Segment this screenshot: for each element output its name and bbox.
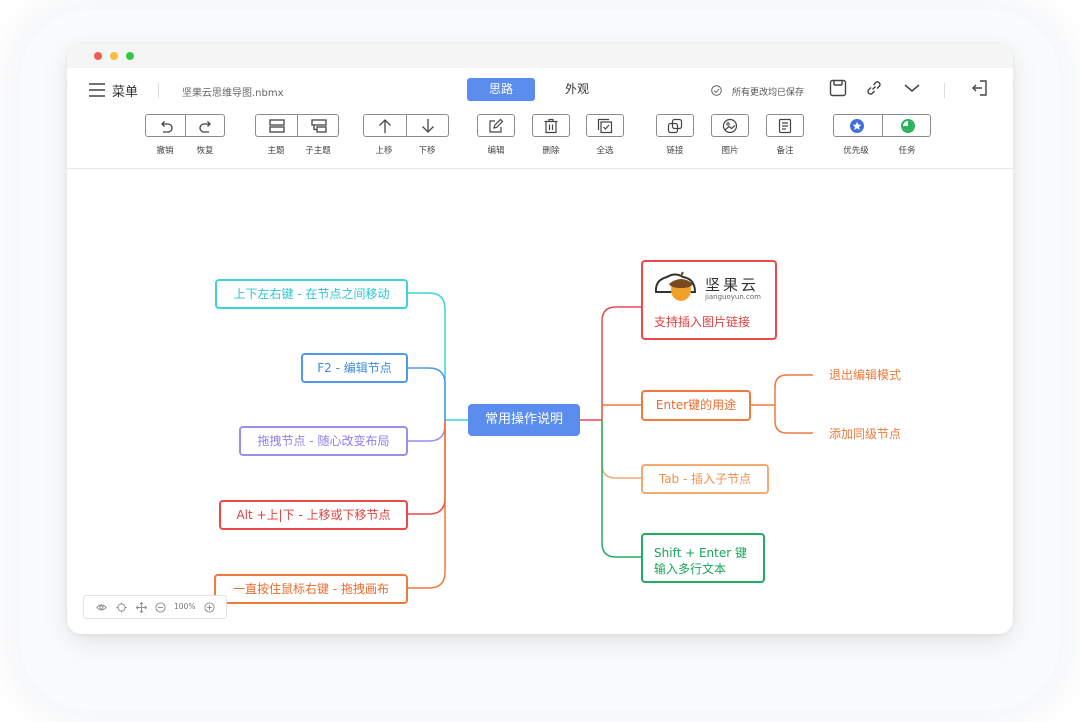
priority-icon[interactable] <box>849 118 865 134</box>
tab-appearance[interactable]: 外观 <box>543 78 611 101</box>
zoom-level: 100% <box>174 602 196 611</box>
divider <box>944 83 945 98</box>
link-icon <box>667 118 683 134</box>
image-icon <box>722 118 738 134</box>
redo-icon[interactable] <box>198 118 214 134</box>
link-label: 链接 <box>666 146 684 156</box>
brand-name: 坚果云 <box>705 276 760 294</box>
app-header: 菜单 坚果云思维导图.nbmx 思路 外观 所有更改均已保存 撤销 恢复 主题 … <box>67 68 1013 169</box>
topic-icon[interactable] <box>268 118 286 134</box>
zoom-toolbar: 100% <box>83 595 227 619</box>
mindmap-canvas[interactable]: 上下左右键 - 在节点之间移动 F2 - 编辑节点 拖拽节点 - 随心改变布局 … <box>67 169 1013 634</box>
move-group <box>363 114 449 137</box>
image-button[interactable] <box>711 114 749 137</box>
acorn-logo-icon <box>654 271 697 301</box>
share-link-icon[interactable] <box>865 79 883 97</box>
exit-icon[interactable] <box>971 79 989 97</box>
shift-enter-line1: Shift + Enter 键 <box>654 546 747 560</box>
check-circle-icon <box>711 85 722 96</box>
node-image-link[interactable]: 坚果云 jianguoyun.com 支持插入图片链接 <box>641 260 777 340</box>
node-alt-move[interactable]: Alt +上|下 - 上移或下移节点 <box>219 500 408 530</box>
task-progress-icon[interactable] <box>900 118 916 134</box>
note-label: 备注 <box>776 146 794 156</box>
move-up-label: 上移 <box>375 146 393 156</box>
eye-icon[interactable] <box>96 602 107 613</box>
leaf-add-sibling[interactable]: 添加同级节点 <box>829 425 901 442</box>
undo-redo-group <box>145 114 225 137</box>
subtopic-icon[interactable] <box>310 118 328 134</box>
zoom-out-icon[interactable] <box>155 602 166 613</box>
node-tab-insert[interactable]: Tab - 插入子节点 <box>641 464 769 494</box>
tab-ideas[interactable]: 思路 <box>467 78 535 101</box>
node-shift-enter[interactable]: Shift + Enter 键 输入多行文本 <box>641 533 765 583</box>
hamburger-icon <box>89 83 105 97</box>
link-button[interactable] <box>656 114 694 137</box>
node-right-drag[interactable]: 一直按住鼠标右键 - 拖拽画布 <box>214 574 408 604</box>
connector-lines <box>407 292 813 589</box>
image-node-caption: 支持插入图片链接 <box>654 315 751 329</box>
edit-button[interactable] <box>477 114 515 137</box>
chevron-down-icon[interactable] <box>903 81 921 95</box>
window-titlebar <box>67 44 1013 68</box>
select-all-label: 全选 <box>596 146 614 156</box>
arrow-up-icon[interactable] <box>377 118 393 134</box>
edit-label: 编辑 <box>487 146 505 156</box>
shift-enter-line2: 输入多行文本 <box>654 562 727 576</box>
topic-group <box>255 114 339 137</box>
select-all-icon <box>597 118 613 134</box>
select-all-button[interactable] <box>586 114 624 137</box>
edit-icon <box>489 118 504 133</box>
subtopic-label: 子主题 <box>305 146 331 156</box>
save-status: 所有更改均已保存 <box>732 88 805 98</box>
node-f2-edit[interactable]: F2 - 编辑节点 <box>301 353 408 383</box>
brand-url: jianguoyun.com <box>705 293 761 301</box>
delete-button[interactable] <box>532 114 570 137</box>
priority-label: 优先级 <box>843 146 869 156</box>
leaf-exit-edit[interactable]: 退出编辑模式 <box>829 366 901 383</box>
node-arrow-keys[interactable]: 上下左右键 - 在节点之间移动 <box>215 279 408 309</box>
minimize-window-button[interactable] <box>110 52 118 60</box>
zoom-in-icon[interactable] <box>204 602 215 613</box>
close-window-button[interactable] <box>94 52 102 60</box>
task-label: 任务 <box>898 146 916 156</box>
redo-label: 恢复 <box>196 146 214 156</box>
delete-label: 删除 <box>542 146 560 156</box>
node-drag[interactable]: 拖拽节点 - 随心改变布局 <box>239 426 408 456</box>
save-icon[interactable] <box>829 79 847 97</box>
move-down-label: 下移 <box>418 146 436 156</box>
undo-icon[interactable] <box>158 118 174 134</box>
image-label: 图片 <box>721 146 739 156</box>
maximize-window-button[interactable] <box>126 52 134 60</box>
trash-icon <box>544 118 558 134</box>
note-button[interactable] <box>766 114 804 137</box>
arrow-down-icon[interactable] <box>420 118 436 134</box>
app-window: 菜单 坚果云思维导图.nbmx 思路 外观 所有更改均已保存 撤销 恢复 主题 … <box>67 44 1013 634</box>
node-enter-usage[interactable]: Enter键的用途 <box>641 390 751 421</box>
file-name: 坚果云思维导图.nbmx <box>182 88 284 99</box>
divider <box>158 83 159 98</box>
topic-label: 主题 <box>267 146 285 156</box>
priority-task-group <box>833 114 931 137</box>
locate-icon[interactable] <box>116 602 127 613</box>
menu-label: 菜单 <box>112 85 139 100</box>
note-icon <box>778 118 792 134</box>
move-canvas-icon[interactable] <box>136 602 147 613</box>
center-node[interactable]: 常用操作说明 <box>468 404 580 436</box>
